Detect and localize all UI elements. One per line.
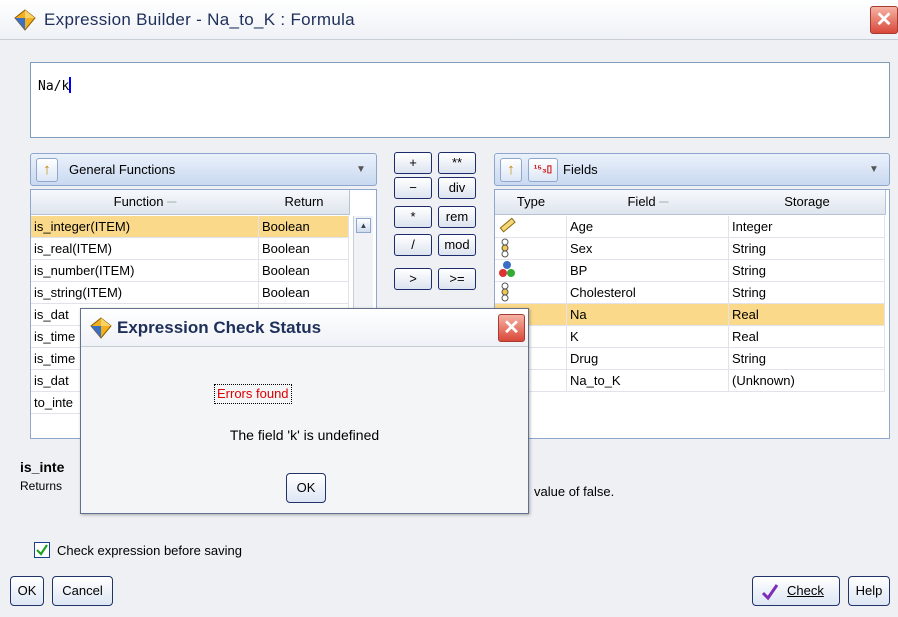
column-header-type[interactable]: Type [495, 190, 568, 215]
window-title: Expression Builder - Na_to_K : Formula [44, 10, 355, 29]
checkmark-icon [36, 544, 48, 556]
help-button[interactable]: Help [848, 576, 890, 606]
function-return-cell: Boolean [259, 260, 349, 282]
function-return-cell: Boolean [259, 238, 349, 260]
function-return-cell: Boolean [259, 216, 349, 238]
sort-icon: ─ [659, 194, 669, 209]
dialog-close-button[interactable]: ✕ [498, 314, 525, 342]
check-before-saving-checkbox[interactable] [34, 542, 50, 558]
operator-gt-button[interactable]: > [394, 268, 432, 290]
insert-function-arrow-icon[interactable]: ↑ [36, 158, 58, 182]
errors-found-label: Errors found [214, 384, 292, 404]
field-storage-cell: (Unknown) [729, 370, 885, 392]
ok-button[interactable]: OK [10, 576, 44, 606]
expression-builder-window: Expression Builder - Na_to_K : Formula ✕… [0, 0, 898, 617]
fields-category-dropdown[interactable]: ↑ ¹⁵₃▯ Fields ▼ [494, 153, 890, 186]
title-bar: Expression Builder - Na_to_K : Formula ✕ [0, 0, 898, 40]
app-diamond-icon [14, 9, 36, 31]
field-name-cell: Na [567, 304, 729, 326]
expression-check-status-dialog: Expression Check Status ✕ Errors found T… [80, 308, 529, 514]
fields-rows: Age Integer Sex String BP String Cholesterol St… [495, 216, 885, 438]
function-return-cell: Boolean [259, 282, 349, 304]
function-description-end: value of false. [534, 484, 615, 499]
check-before-saving-label[interactable]: Check expression before saving [57, 543, 242, 558]
field-storage-cell: Real [729, 326, 885, 348]
check-icon [761, 584, 779, 601]
insert-field-arrow-icon[interactable]: ↑ [500, 158, 522, 182]
check-button[interactable]: Check [752, 576, 840, 606]
field-name-cell: Age [567, 216, 729, 238]
field-storage-cell: Integer [729, 216, 885, 238]
function-name-cell: is_integer(ITEM) [31, 216, 259, 238]
operator-power-button[interactable]: ** [438, 152, 476, 174]
field-row[interactable]: Age Integer [495, 216, 885, 238]
function-row[interactable]: is_real(ITEM) Boolean [31, 238, 349, 260]
operator-mod-button[interactable]: mod [438, 234, 476, 256]
functions-category-dropdown[interactable]: ↑ General Functions ▼ [30, 153, 377, 186]
function-row[interactable]: is_integer(ITEM) Boolean [31, 216, 349, 238]
nominal-set-icon [495, 260, 567, 282]
flag-set-icon [495, 238, 567, 260]
function-name-cell: is_number(ITEM) [31, 260, 259, 282]
fields-table: Type Field ─ Storage Age Integer Sex String… [494, 189, 890, 439]
operator-div-button[interactable]: div [438, 177, 476, 199]
column-header-return[interactable]: Return [259, 190, 350, 215]
ruler-icon [495, 216, 567, 238]
error-message: The field 'k' is undefined [229, 427, 380, 443]
function-description-title: is_inte [20, 459, 65, 475]
field-name-cell: Drug [567, 348, 729, 370]
window-close-button[interactable]: ✕ [870, 6, 898, 34]
field-row[interactable]: Na Real [495, 304, 885, 326]
sort-icon: ─ [167, 194, 177, 209]
function-name-cell: is_real(ITEM) [31, 238, 259, 260]
cancel-button[interactable]: Cancel [52, 576, 113, 606]
chevron-down-icon: ▼ [356, 164, 366, 175]
function-row[interactable]: is_number(ITEM) Boolean [31, 260, 349, 282]
field-values-icon[interactable]: ¹⁵₃▯ [528, 158, 558, 182]
field-name-cell: K [567, 326, 729, 348]
operator-plus-button[interactable]: + [394, 152, 432, 174]
function-description-start: Returns [20, 479, 63, 493]
field-storage-cell: String [729, 348, 885, 370]
operator-gte-button[interactable]: >= [438, 268, 476, 290]
field-name-cell: Na_to_K [567, 370, 729, 392]
expression-text: Na/k [38, 79, 70, 94]
field-name-cell: Sex [567, 238, 729, 260]
flag-set-icon [495, 282, 567, 304]
column-header-storage[interactable]: Storage [729, 190, 886, 215]
check-button-label: Check [787, 583, 824, 598]
field-storage-cell: String [729, 238, 885, 260]
field-row[interactable]: K Real [495, 326, 885, 348]
operator-divide-button[interactable]: / [394, 234, 432, 256]
dialog-ok-button[interactable]: OK [286, 473, 326, 503]
field-row[interactable]: Sex String [495, 238, 885, 260]
expression-input[interactable]: Na/k [30, 62, 890, 138]
field-name-cell: Cholesterol [567, 282, 729, 304]
dialog-title-bar: Expression Check Status ✕ [81, 309, 528, 347]
close-icon: ✕ [503, 317, 520, 339]
field-storage-cell: String [729, 260, 885, 282]
operator-rem-button[interactable]: rem [438, 206, 476, 228]
app-diamond-icon [90, 317, 112, 339]
column-header-function[interactable]: Function ─ [31, 190, 260, 215]
function-name-cell: is_string(ITEM) [31, 282, 259, 304]
field-row[interactable]: Cholesterol String [495, 282, 885, 304]
column-header-field[interactable]: Field ─ [567, 190, 730, 215]
text-caret [69, 77, 72, 93]
functions-category-label: General Functions [69, 162, 176, 177]
field-row[interactable]: Na_to_K (Unknown) [495, 370, 885, 392]
close-icon: ✕ [875, 9, 893, 31]
dialog-title: Expression Check Status [117, 318, 322, 337]
operator-minus-button[interactable]: − [394, 177, 432, 199]
field-name-cell: BP [567, 260, 729, 282]
scroll-up-icon[interactable]: ▲ [356, 218, 371, 233]
function-row[interactable]: is_string(ITEM) Boolean [31, 282, 349, 304]
field-storage-cell: String [729, 282, 885, 304]
operator-times-button[interactable]: * [394, 206, 432, 228]
chevron-down-icon: ▼ [869, 164, 879, 175]
field-row[interactable]: BP String [495, 260, 885, 282]
field-row[interactable]: Drug String [495, 348, 885, 370]
field-storage-cell: Real [729, 304, 885, 326]
fields-category-label: Fields [563, 162, 598, 177]
